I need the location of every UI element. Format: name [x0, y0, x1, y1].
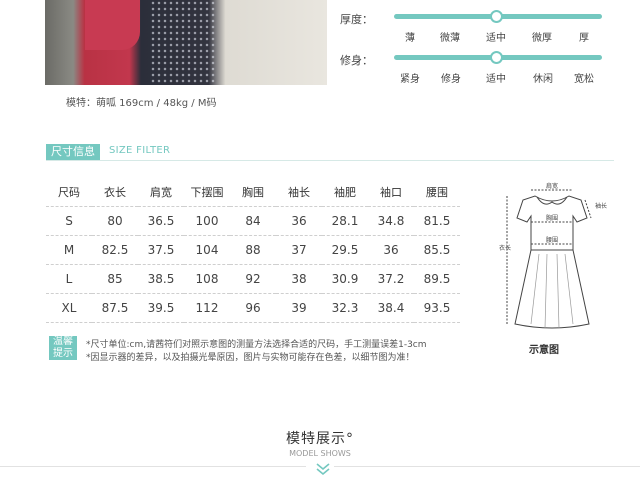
table-cell: 82.5: [92, 235, 138, 265]
table-cell: 108: [184, 264, 230, 294]
table-cell: 38.4: [368, 293, 414, 323]
table-cell: 37.2: [368, 264, 414, 294]
size-section-header: 尺寸信息 SIZE FILTER: [46, 144, 614, 161]
table-cell: L: [46, 264, 92, 294]
chevron-down-icon: [316, 463, 330, 476]
model-caption: 模特：萌呱 169cm / 48kg / M码: [66, 98, 217, 109]
table-cell: 96: [230, 293, 276, 323]
table-cell: S: [46, 206, 92, 236]
thickness-label: 厚度：: [340, 13, 373, 26]
table-cell: 85: [92, 264, 138, 294]
table-cell: 81.5: [414, 206, 460, 236]
thickness-option: 薄: [405, 33, 415, 44]
fit-option: 紧身: [400, 74, 420, 85]
diagram-length-label: 衣长: [499, 244, 511, 252]
column-header: 袖口: [368, 178, 414, 207]
table-row: L 85 38.5 108 92 38 30.9 37.2 89.5: [46, 264, 460, 294]
table-row: S 80 36.5 100 84 36 28.1 34.8 81.5: [46, 206, 460, 236]
fit-option: 宽松: [574, 74, 594, 85]
diagram-waist-label: 腰围: [546, 237, 558, 244]
table-row: M 82.5 37.5 104 88 37 29.5 36 85.5: [46, 235, 460, 265]
column-header: 肩宽: [138, 178, 184, 207]
table-cell: 37: [276, 235, 322, 265]
note-line: *尺寸单位:cm,请茜符们对照示意图的测量方法选择合适的尺码，手工测量误差1-3…: [86, 340, 427, 350]
table-cell: 100: [184, 206, 230, 236]
table-cell: 92: [230, 264, 276, 294]
column-header: 下摆围: [184, 178, 230, 207]
table-cell: 38.5: [138, 264, 184, 294]
table-cell: 88: [230, 235, 276, 265]
note-line: *因显示器的差异，以及拍摄光晕原因，图片与实物可能存在色差，以细节图为准！: [86, 353, 415, 363]
fit-option: 休闲: [533, 74, 553, 85]
dress-measurement-diagram: 肩宽 胸围 腰围 袖长 衣长: [499, 182, 607, 329]
table-cell: 36: [276, 206, 322, 236]
table-cell: 87.5: [92, 293, 138, 323]
diagram-shoulder-label: 肩宽: [546, 182, 558, 190]
tips-tag-line: 温馨: [53, 336, 73, 347]
table-cell: 84: [230, 206, 276, 236]
thickness-option: 微厚: [532, 33, 552, 44]
column-header: 衣长: [92, 178, 138, 207]
fit-indicator: [490, 51, 503, 64]
thickness-indicator: [490, 10, 503, 23]
size-table-header: 尺码 衣长 肩宽 下摆围 胸围 袖长 袖肥 袖口 腰围: [46, 178, 460, 207]
table-cell: 104: [184, 235, 230, 265]
table-cell: 36.5: [138, 206, 184, 236]
table-cell: 93.5: [414, 293, 460, 323]
model-show-subtitle: MODEL SHOWS: [289, 449, 351, 458]
diagram-sleeve-label: 袖长: [595, 202, 607, 210]
thickness-option: 适中: [486, 33, 506, 44]
divider: [334, 466, 640, 467]
fit-option: 适中: [486, 74, 506, 85]
table-cell: 29.5: [322, 235, 368, 265]
table-cell: 89.5: [414, 264, 460, 294]
column-header: 袖肥: [322, 178, 368, 207]
tips-tag-line: 提示: [53, 348, 73, 359]
table-cell: 112: [184, 293, 230, 323]
column-header: 腰围: [414, 178, 460, 207]
table-cell: 37.5: [138, 235, 184, 265]
table-cell: 34.8: [368, 206, 414, 236]
table-cell: 80: [92, 206, 138, 236]
size-table: 尺码 衣长 肩宽 下摆围 胸围 袖长 袖肥 袖口 腰围 S 80 36.5 10…: [46, 178, 460, 323]
table-cell: XL: [46, 293, 92, 323]
diagram-chest-label: 胸围: [546, 214, 558, 222]
tips-tag: 温馨 提示: [49, 336, 77, 360]
model-show-title: 模特展示°: [286, 431, 354, 447]
column-header: 胸围: [230, 178, 276, 207]
table-cell: 28.1: [322, 206, 368, 236]
fit-option: 修身: [441, 74, 461, 85]
table-row: XL 87.5 39.5 112 96 39 32.3 38.4 93.5: [46, 293, 460, 323]
size-section-subtitle: SIZE FILTER: [109, 145, 171, 156]
column-header: 袖长: [276, 178, 322, 207]
table-cell: 32.3: [322, 293, 368, 323]
table-cell: 30.9: [322, 264, 368, 294]
size-section-tag: 尺寸信息: [46, 144, 100, 160]
divider: [0, 466, 306, 467]
table-cell: 36: [368, 235, 414, 265]
fit-label: 修身：: [340, 54, 373, 67]
thickness-option: 厚: [579, 33, 589, 44]
diagram-caption: 示意图: [529, 345, 559, 356]
table-cell: 85.5: [414, 235, 460, 265]
table-cell: 38: [276, 264, 322, 294]
table-cell: 39.5: [138, 293, 184, 323]
column-header: 尺码: [46, 178, 92, 207]
model-photo: [45, 0, 327, 85]
thickness-option: 微薄: [440, 33, 460, 44]
table-cell: 39: [276, 293, 322, 323]
table-cell: M: [46, 235, 92, 265]
